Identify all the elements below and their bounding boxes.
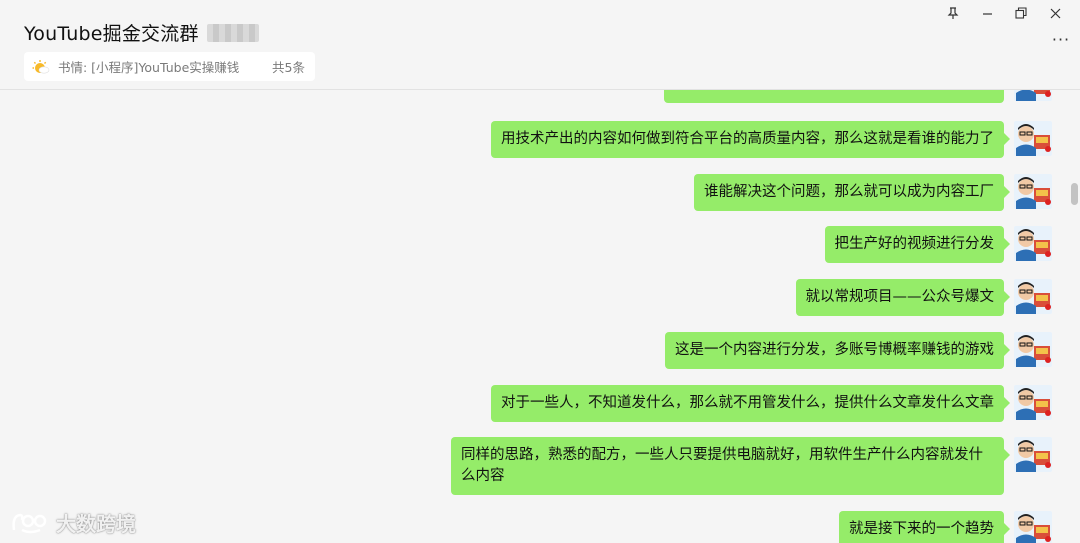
pin-button[interactable] [936, 2, 970, 24]
notice-text: 书情: [小程序]YouTube实操赚钱 [58, 60, 240, 75]
avatar[interactable] [1014, 121, 1052, 156]
message-bubble[interactable]: 就是接下来的一个趋势 [839, 511, 1010, 543]
watermark: 大数跨境 [10, 508, 136, 537]
message-bubble[interactable]: 谁能解决这个问题，那么就可以成为内容工厂 [694, 174, 1010, 211]
restore-icon [1015, 7, 1027, 19]
avatar-image [1014, 279, 1052, 314]
message: 这是一个内容进行分发，多账号博概率赚钱的游戏 [665, 332, 1052, 369]
watermark-logo-icon [12, 513, 47, 533]
message-bubble[interactable]: 这是一个内容进行分发，多账号博概率赚钱的游戏 [665, 332, 1010, 369]
message-bubble[interactable]: 就以常规项目——公众号爆文 [795, 279, 1010, 316]
pin-icon [947, 6, 959, 19]
title-row: YouTube掘金交流群 [24, 19, 259, 46]
avatar[interactable] [1014, 226, 1052, 261]
avatar[interactable] [1014, 385, 1052, 420]
close-icon [1050, 8, 1060, 18]
message: 同样的思路，熟悉的配方，一些人只要提供电脑就好，用软件生产什么内容就发什么内容 [451, 437, 1052, 495]
minimize-icon [982, 12, 992, 15]
avatar-image [1014, 385, 1052, 420]
avatar-image [1014, 332, 1052, 367]
avatar-image [1014, 174, 1052, 209]
scrollbar-thumb[interactable] [1071, 183, 1078, 205]
avatar-image [1014, 226, 1052, 261]
message: 就是接下来的一个趋势 [839, 511, 1052, 543]
close-button[interactable] [1038, 2, 1072, 24]
more-options-icon: ··· [1051, 29, 1071, 49]
message: 对于一些人，不知道发什么，那么就不用管发什么，提供什么文章发什么文章 [491, 385, 1052, 422]
avatar-image [1014, 437, 1052, 472]
minimize-button[interactable] [970, 2, 1004, 24]
avatar[interactable] [1014, 437, 1052, 472]
window-controls [936, 2, 1072, 24]
avatar[interactable] [1014, 279, 1052, 314]
message-bubble[interactable]: 把生产好的视频进行分发 [824, 226, 1010, 263]
message: 把生产好的视频进行分发 [824, 226, 1052, 263]
scrollbar[interactable] [1068, 90, 1080, 543]
chat-title[interactable]: YouTube掘金交流群 [24, 19, 199, 46]
restore-button[interactable] [1004, 2, 1038, 24]
avatar-image [1014, 121, 1052, 156]
message-bubble[interactable]: 用技术产出的内容如何做到符合平台的高质量内容，那么这就是看谁的能力了 [491, 121, 1010, 158]
message-bubble[interactable]: 同样的思路，熟悉的配方，一些人只要提供电脑就好，用软件生产什么内容就发什么内容 [451, 437, 1010, 495]
message: 谁能解决这个问题，那么就可以成为内容工厂 [694, 174, 1052, 211]
more-options-button[interactable]: ··· [1050, 29, 1072, 49]
avatar[interactable] [1014, 511, 1052, 543]
group-notice-bar[interactable]: 书情: [小程序]YouTube实操赚钱 共5条 [24, 52, 315, 81]
message: 就以常规项目——公众号爆文 [795, 279, 1052, 316]
chat-header: YouTube掘金交流群 ··· 书情: [小程序]YouTube实操赚钱 共5… [0, 0, 1080, 90]
avatar[interactable] [1014, 332, 1052, 367]
message-bubble[interactable]: 对于一些人，不知道发什么，那么就不用管发什么，提供什么文章发什么文章 [491, 385, 1010, 422]
notice-count: 共5条 [272, 60, 305, 75]
avatar-image [1014, 511, 1052, 543]
message: 用技术产出的内容如何做到符合平台的高质量内容，那么这就是看谁的能力了 [491, 121, 1052, 158]
watermark-text: 大数跨境 [56, 512, 136, 536]
blurred-member-count [206, 23, 259, 42]
sun-icon [32, 59, 50, 74]
avatar[interactable] [1014, 174, 1052, 209]
